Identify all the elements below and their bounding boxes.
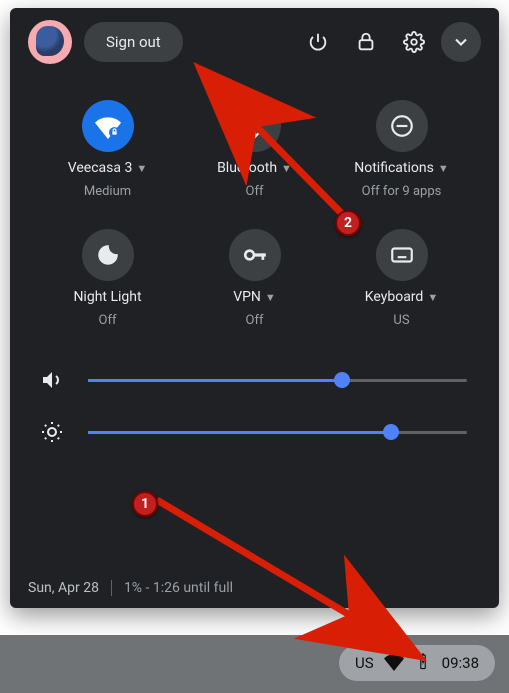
volume-icon[interactable] xyxy=(36,368,68,392)
chevron-down-icon: ▼ xyxy=(281,162,292,175)
footer-date: Sun, Apr 28 xyxy=(28,580,99,596)
brightness-icon[interactable] xyxy=(36,420,68,444)
do-not-disturb-icon[interactable] xyxy=(376,100,428,152)
notifications-tile: Notifications▼ Off for 9 apps xyxy=(328,100,475,199)
wifi-status: Medium xyxy=(84,184,131,199)
wifi-tray-icon xyxy=(384,651,404,675)
vpn-status: Off xyxy=(246,313,264,328)
power-icon[interactable] xyxy=(297,21,339,63)
bluetooth-icon[interactable] xyxy=(229,100,281,152)
wifi-title[interactable]: Veecasa 3▼ xyxy=(68,160,147,176)
header-icons xyxy=(297,21,481,63)
brightness-slider[interactable] xyxy=(88,431,467,434)
keyboard-title[interactable]: Keyboard▼ xyxy=(365,289,438,305)
wifi-tile: Veecasa 3▼ Medium xyxy=(34,100,181,199)
tray-ime: US xyxy=(355,654,374,672)
lock-icon[interactable] xyxy=(345,21,387,63)
volume-slider[interactable] xyxy=(88,379,467,382)
night-light-icon[interactable] xyxy=(82,229,134,281)
avatar[interactable] xyxy=(28,20,72,64)
battery-charge-tray-icon xyxy=(414,652,432,674)
sliders-section xyxy=(10,338,499,482)
volume-row xyxy=(36,368,467,392)
quick-settings-panel: Sign out Veecasa 3▼ Medium xyxy=(10,8,499,608)
keyboard-tile: Keyboard▼ US xyxy=(328,229,475,328)
system-tray[interactable]: US 09:38 xyxy=(339,645,495,681)
chevron-down-icon: ▼ xyxy=(427,291,438,304)
nightlight-title[interactable]: Night Light xyxy=(73,289,141,305)
sign-out-label: Sign out xyxy=(106,33,161,51)
tile-grid: Veecasa 3▼ Medium Bluetooth▼ Off Notific… xyxy=(10,70,499,338)
chevron-down-icon: ▼ xyxy=(265,291,276,304)
chevron-down-icon: ▼ xyxy=(136,162,147,175)
nightlight-tile: Night Light Off xyxy=(34,229,181,328)
battery-status[interactable]: 1% - 1:26 until full xyxy=(124,580,233,596)
vpn-title[interactable]: VPN▼ xyxy=(233,289,276,305)
sign-out-button[interactable]: Sign out xyxy=(84,22,183,62)
brightness-row xyxy=(36,420,467,444)
bluetooth-title[interactable]: Bluetooth▼ xyxy=(217,160,292,176)
header-row: Sign out xyxy=(10,8,499,70)
tray-time: 09:38 xyxy=(442,654,479,672)
chevron-down-icon: ▼ xyxy=(438,162,449,175)
collapse-caret-icon[interactable] xyxy=(441,22,481,62)
settings-gear-icon[interactable] xyxy=(393,21,435,63)
separator xyxy=(111,580,112,596)
notifications-title[interactable]: Notifications▼ xyxy=(354,160,448,176)
vpn-tile: VPN▼ Off xyxy=(181,229,328,328)
bluetooth-status: Off xyxy=(246,184,264,199)
keyboard-status: US xyxy=(393,313,409,328)
footer: Sun, Apr 28 1% - 1:26 until full xyxy=(28,580,233,596)
notifications-status: Off for 9 apps xyxy=(362,184,442,199)
bluetooth-tile: Bluetooth▼ Off xyxy=(181,100,328,199)
wifi-icon[interactable] xyxy=(82,100,134,152)
vpn-key-icon[interactable] xyxy=(229,229,281,281)
keyboard-icon[interactable] xyxy=(376,229,428,281)
nightlight-status: Off xyxy=(99,313,117,328)
